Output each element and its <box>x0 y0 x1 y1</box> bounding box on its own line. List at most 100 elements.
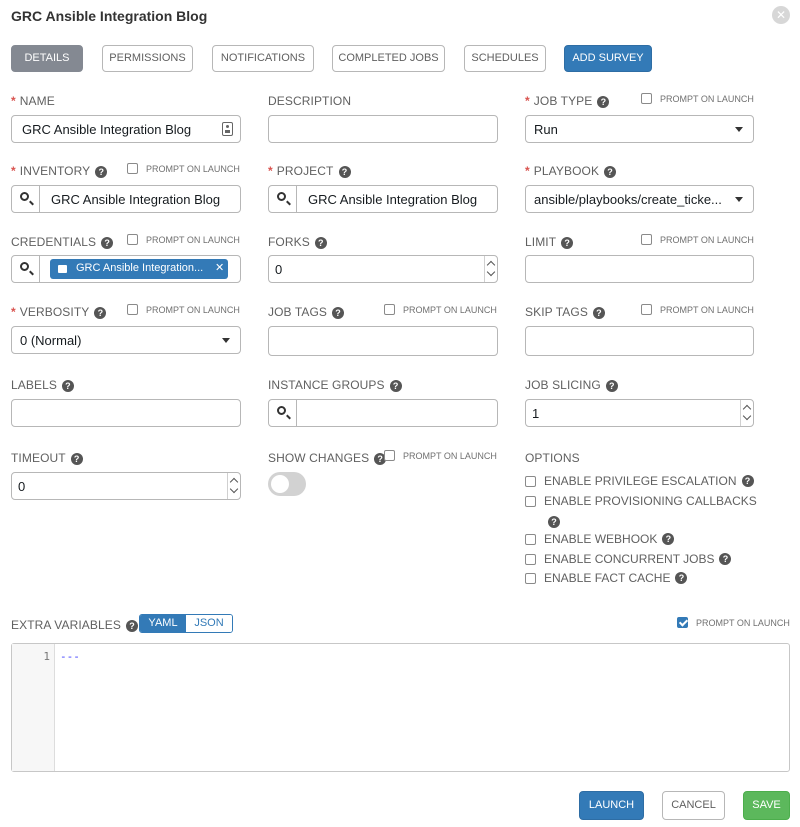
inventory-prompt-on-launch[interactable]: PROMPT ON LAUNCH <box>127 163 240 174</box>
job-type-label: * JOB TYPE? <box>525 94 610 108</box>
checkbox-icon[interactable] <box>384 450 395 461</box>
help-icon[interactable]: ? <box>561 237 574 249</box>
chevron-down-icon[interactable] <box>229 484 239 494</box>
limit-prompt-on-launch[interactable]: PROMPT ON LAUNCH <box>641 234 754 245</box>
help-icon[interactable]: ? <box>101 237 114 249</box>
help-icon[interactable]: ? <box>389 380 402 392</box>
chevron-down-icon[interactable] <box>742 411 752 421</box>
project-lookup[interactable]: GRC Ansible Integration Blog <box>268 185 498 213</box>
yaml-mode-button[interactable]: YAML <box>140 615 186 632</box>
remove-chip-icon[interactable]: ✕ <box>215 261 224 274</box>
checkbox-icon[interactable] <box>525 533 536 545</box>
help-icon[interactable]: ? <box>95 166 108 178</box>
close-icon[interactable]: ✕ <box>772 6 790 24</box>
checkbox-icon[interactable] <box>525 475 536 487</box>
name-input[interactable]: GRC Ansible Integration Blog <box>11 115 241 143</box>
chevron-down-icon[interactable] <box>486 267 496 277</box>
help-icon[interactable]: ? <box>605 380 618 392</box>
json-mode-button[interactable]: JSON <box>186 615 232 632</box>
credential-chip[interactable]: GRC Ansible Integration... ✕ <box>50 259 228 279</box>
checkbox-checked-icon[interactable] <box>677 617 688 628</box>
timeout-input[interactable]: 0 <box>11 472 241 500</box>
help-icon[interactable]: ? <box>675 572 688 584</box>
help-icon[interactable]: ? <box>126 620 138 632</box>
job-type-select[interactable]: Run <box>525 115 754 143</box>
job-slicing-input[interactable]: 1 <box>525 399 754 427</box>
help-icon[interactable]: ? <box>662 533 675 545</box>
help-icon[interactable]: ? <box>70 453 83 465</box>
help-icon[interactable]: ? <box>741 475 754 487</box>
credentials-prompt-on-launch[interactable]: PROMPT ON LAUNCH <box>127 234 240 245</box>
forks-label: FORKS? <box>268 235 327 249</box>
launch-button[interactable]: LAUNCH <box>579 791 644 820</box>
extra-variables-prompt-on-launch[interactable]: PROMPT ON LAUNCH <box>677 617 790 628</box>
add-survey-button[interactable]: ADD SURVEY <box>564 45 652 72</box>
name-value: GRC Ansible Integration Blog <box>22 122 192 137</box>
inventory-value: GRC Ansible Integration Blog <box>51 192 221 207</box>
description-input[interactable] <box>268 115 498 143</box>
checkbox-icon[interactable] <box>641 304 652 315</box>
help-icon[interactable]: ? <box>597 96 610 108</box>
tab-completed-jobs[interactable]: COMPLETED JOBS <box>332 45 445 72</box>
tab-details[interactable]: DETAILS <box>11 45 83 72</box>
tab-schedules[interactable]: SCHEDULES <box>464 45 546 72</box>
instance-groups-lookup-button[interactable] <box>269 400 297 426</box>
checkbox-icon[interactable] <box>127 234 138 245</box>
prompt-label: PROMPT ON LAUNCH <box>146 234 240 245</box>
limit-input[interactable] <box>525 255 754 283</box>
help-icon[interactable]: ? <box>338 166 351 178</box>
job-tags-input[interactable] <box>268 326 498 356</box>
option-provisioning-callbacks[interactable]: ENABLE PROVISIONING CALLBACKS <box>525 494 757 508</box>
playbook-label-text: PLAYBOOK <box>533 164 600 178</box>
checkbox-icon[interactable] <box>127 163 138 174</box>
credentials-lookup[interactable]: GRC Ansible Integration... ✕ <box>11 255 241 283</box>
job-tags-prompt-on-launch[interactable]: PROMPT ON LAUNCH <box>384 304 497 315</box>
labels-input[interactable] <box>11 399 241 427</box>
checkbox-icon[interactable] <box>127 304 138 315</box>
help-icon[interactable]: ? <box>719 553 732 565</box>
skip-tags-input[interactable] <box>525 326 754 356</box>
save-button[interactable]: SAVE <box>743 791 790 820</box>
option-privilege-escalation[interactable]: ENABLE PRIVILEGE ESCALATION? <box>525 474 754 488</box>
job-type-prompt-on-launch[interactable]: PROMPT ON LAUNCH <box>641 93 754 104</box>
project-label-text: PROJECT <box>276 164 334 178</box>
inventory-lookup-button[interactable] <box>12 186 40 212</box>
checkbox-icon[interactable] <box>384 304 395 315</box>
option-concurrent-jobs[interactable]: ENABLE CONCURRENT JOBS? <box>525 552 732 566</box>
job-slicing-spinner[interactable] <box>740 400 753 426</box>
provisioning-callbacks-help[interactable]: ? <box>543 514 560 528</box>
tab-permissions[interactable]: PERMISSIONS <box>102 45 193 72</box>
verbosity-select[interactable]: 0 (Normal) <box>11 326 241 354</box>
inventory-lookup[interactable]: GRC Ansible Integration Blog <box>11 185 241 213</box>
credentials-lookup-button[interactable] <box>12 256 40 282</box>
help-icon[interactable]: ? <box>94 307 107 319</box>
verbosity-prompt-on-launch[interactable]: PROMPT ON LAUNCH <box>127 304 240 315</box>
help-icon[interactable]: ? <box>61 380 74 392</box>
checkbox-icon[interactable] <box>525 495 536 507</box>
checkbox-icon[interactable] <box>525 553 536 565</box>
chevron-down-icon <box>735 127 743 132</box>
skip-tags-prompt-on-launch[interactable]: PROMPT ON LAUNCH <box>641 304 754 315</box>
extra-variables-editor[interactable]: 1 --- <box>11 643 790 772</box>
help-icon[interactable]: ? <box>314 237 327 249</box>
checkbox-icon[interactable] <box>525 572 536 584</box>
tab-notifications[interactable]: NOTIFICATIONS <box>212 45 314 72</box>
timeout-spinner[interactable] <box>227 473 240 499</box>
help-icon[interactable]: ? <box>604 166 617 178</box>
cancel-button[interactable]: CANCEL <box>662 791 725 820</box>
option-fact-cache[interactable]: ENABLE FACT CACHE? <box>525 571 688 585</box>
option-webhook[interactable]: ENABLE WEBHOOK? <box>525 532 675 546</box>
option-label: ENABLE PROVISIONING CALLBACKS <box>544 494 757 508</box>
checkbox-icon[interactable] <box>641 93 652 104</box>
help-icon[interactable]: ? <box>592 307 605 319</box>
show-changes-toggle[interactable] <box>268 472 306 496</box>
forks-input[interactable]: 0 <box>268 255 498 283</box>
project-lookup-button[interactable] <box>269 186 297 212</box>
help-icon[interactable]: ? <box>332 307 345 319</box>
show-changes-prompt-on-launch[interactable]: PROMPT ON LAUNCH <box>384 450 497 461</box>
forks-spinner[interactable] <box>484 256 497 282</box>
checkbox-icon[interactable] <box>641 234 652 245</box>
playbook-select[interactable]: ansible/playbooks/create_ticke... <box>525 185 754 213</box>
help-icon[interactable]: ? <box>548 516 560 528</box>
instance-groups-lookup[interactable] <box>268 399 498 427</box>
